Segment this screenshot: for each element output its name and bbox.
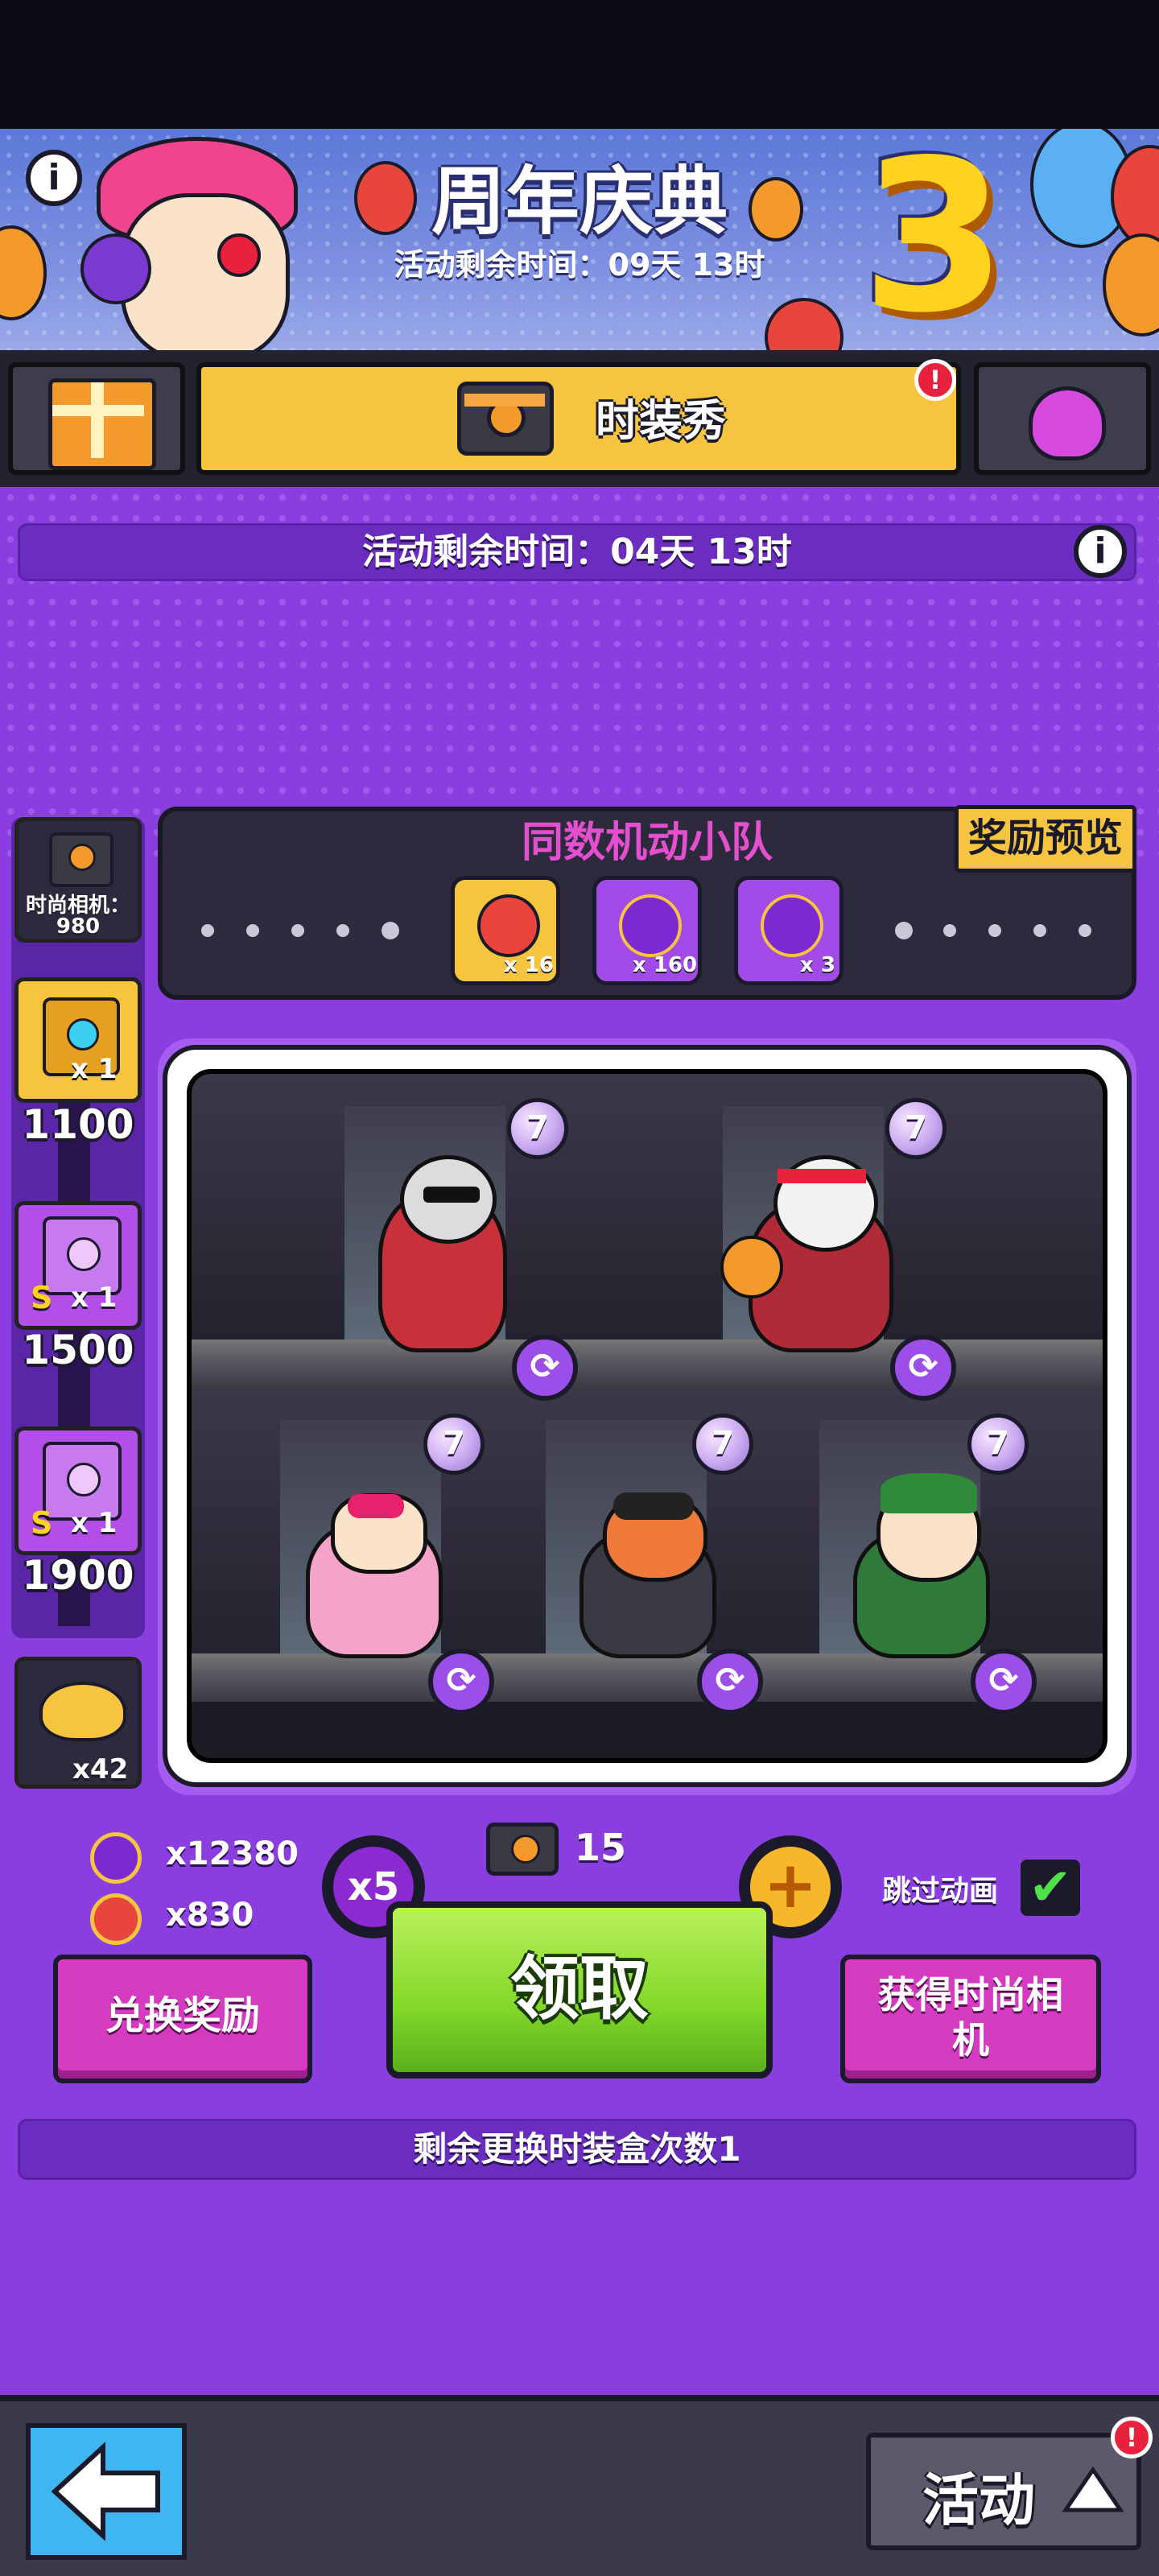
character-girl-heart-glasses[interactable] bbox=[306, 1493, 443, 1658]
character-girl-guitar[interactable] bbox=[580, 1492, 716, 1658]
reward-tier-3-prefix: S bbox=[31, 1505, 53, 1541]
bottom-shelf bbox=[192, 1653, 1103, 1702]
level-badge: 7 bbox=[507, 1098, 568, 1159]
shell-icon bbox=[1029, 386, 1106, 460]
dot bbox=[201, 924, 214, 937]
level-badge: 7 bbox=[967, 1414, 1029, 1475]
top-shelf-bg bbox=[192, 1074, 1103, 1340]
activity-label: 活动 bbox=[922, 2467, 1035, 2533]
elf-head bbox=[876, 1473, 981, 1582]
anniversary-number: 3 bbox=[861, 116, 1007, 359]
squad-medal-3-count: x 3 bbox=[800, 953, 835, 977]
back-button[interactable] bbox=[26, 2423, 187, 2560]
dot bbox=[895, 922, 913, 939]
tab-fashion-show[interactable] bbox=[196, 362, 961, 475]
camera-icon bbox=[49, 832, 113, 887]
back-arrow-icon bbox=[51, 2442, 160, 2541]
purple-star-coin-icon bbox=[90, 1832, 142, 1884]
tab-shell[interactable] bbox=[974, 362, 1151, 475]
panda-head bbox=[773, 1155, 878, 1252]
dot bbox=[1033, 924, 1046, 937]
squad-medal-2-count: x 160 bbox=[633, 953, 698, 977]
currency-red-value: x830 bbox=[166, 1897, 254, 1934]
reward-tier-2-prefix: S bbox=[31, 1280, 53, 1315]
gold-star-medal-icon bbox=[477, 894, 540, 957]
character-panda-basketball[interactable] bbox=[720, 1155, 893, 1352]
swap-outfit-icon[interactable]: ⟳ bbox=[428, 1649, 494, 1715]
headband bbox=[777, 1169, 866, 1183]
mask-icon bbox=[39, 1682, 126, 1741]
activity-alert-icon: ! bbox=[1111, 2417, 1153, 2458]
level-badge: 7 bbox=[885, 1098, 947, 1159]
elf-hat bbox=[881, 1473, 977, 1513]
swap-outfit-icon[interactable]: ⟳ bbox=[697, 1649, 763, 1715]
character-cat-rapper[interactable] bbox=[378, 1155, 507, 1352]
basketball-icon bbox=[720, 1236, 783, 1298]
level-badge: 7 bbox=[692, 1414, 753, 1475]
claim-label: 领取 bbox=[510, 1949, 649, 2029]
squad-medal-1-count: x 16 bbox=[504, 953, 555, 977]
level-badge: 7 bbox=[423, 1414, 485, 1475]
reward-tier-3-badge: x 1 bbox=[71, 1507, 118, 1539]
camera-count: 980 bbox=[56, 914, 101, 939]
gift-box-icon bbox=[48, 378, 156, 470]
showcase-stage bbox=[187, 1069, 1107, 1763]
cap bbox=[613, 1492, 694, 1520]
camera-icon bbox=[486, 1823, 559, 1876]
girl-head bbox=[331, 1493, 427, 1574]
get-camera-button[interactable]: 获得时尚相机 bbox=[840, 1955, 1101, 2083]
event-info-icon[interactable]: i bbox=[1074, 525, 1127, 578]
reward-preview-button[interactable]: 奖励预览 bbox=[955, 805, 1136, 873]
red-star-coin-icon bbox=[90, 1893, 142, 1945]
camera-cost: 15 bbox=[575, 1826, 627, 1869]
camera-icon bbox=[457, 382, 554, 456]
exchange-rewards-button[interactable]: 兑换奖励 bbox=[53, 1955, 312, 2083]
swap-outfit-icon[interactable]: ⟳ bbox=[512, 1335, 578, 1401]
reward-tier-1-badge: x 1 bbox=[71, 1053, 118, 1085]
top-shelf bbox=[192, 1340, 1103, 1388]
swap-outfit-icon[interactable]: ⟳ bbox=[971, 1649, 1037, 1715]
sunglasses-icon bbox=[423, 1187, 480, 1203]
reward-tier-2-badge: x 1 bbox=[71, 1282, 118, 1314]
dot bbox=[382, 922, 399, 939]
reward-tier-3-threshold: 1900 bbox=[22, 1552, 134, 1599]
alert-badge-icon: ! bbox=[914, 359, 956, 401]
skip-animation-checkbox[interactable]: ✔ bbox=[1021, 1860, 1080, 1916]
status-bar bbox=[0, 0, 1159, 129]
dot bbox=[246, 924, 259, 937]
heart-glasses-icon bbox=[348, 1494, 404, 1518]
skip-animation-label: 跳过动画 bbox=[882, 1875, 999, 1908]
mask-count: x42 bbox=[72, 1753, 129, 1785]
tab-gift[interactable] bbox=[8, 362, 185, 475]
activity-button[interactable]: 活动 bbox=[866, 2433, 1141, 2550]
crown-medal-icon bbox=[761, 894, 823, 957]
cat-head bbox=[400, 1155, 497, 1244]
swap-outfit-icon[interactable]: ⟳ bbox=[890, 1335, 956, 1401]
dot bbox=[943, 924, 956, 937]
dot bbox=[1079, 924, 1091, 937]
currency-purple-value: x12380 bbox=[166, 1835, 299, 1872]
girl-head bbox=[603, 1492, 707, 1582]
character-elf-santa[interactable] bbox=[853, 1473, 990, 1658]
tab-fashion-show-label: 时装秀 bbox=[596, 395, 726, 446]
purple-star-medal-icon bbox=[619, 894, 682, 957]
dot bbox=[336, 924, 349, 937]
reward-tier-1-threshold: 1100 bbox=[22, 1101, 134, 1148]
chevron-up-icon bbox=[1062, 2466, 1124, 2512]
dot bbox=[291, 924, 304, 937]
remaining-changes: 剩余更换时装盒次数1 bbox=[413, 2129, 741, 2169]
event-timer: 活动剩余时间：04天 13时 bbox=[362, 531, 792, 572]
reward-tier-2-threshold: 1500 bbox=[22, 1327, 134, 1373]
dot bbox=[988, 924, 1001, 937]
